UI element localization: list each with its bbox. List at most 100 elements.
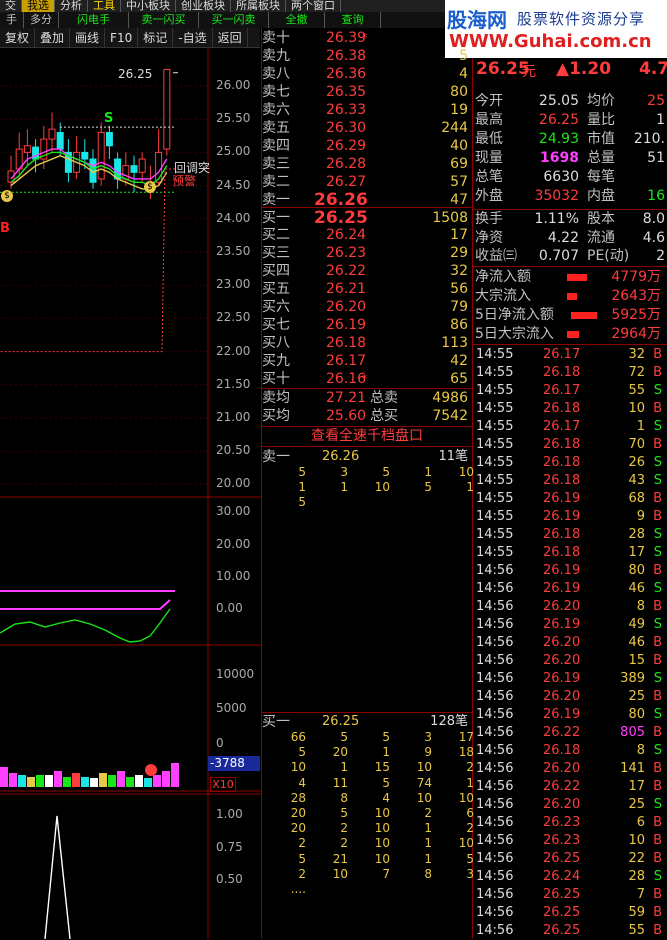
cell: 4.6 xyxy=(642,230,665,246)
cell: 10 xyxy=(458,790,474,805)
cell: 25 xyxy=(647,93,665,109)
cell: 28 xyxy=(628,527,645,542)
tick-row: 14:56 26.22 17 B xyxy=(475,778,667,796)
cell: 流通 xyxy=(587,230,615,246)
queue-row: 4 11 5 74 1 xyxy=(262,776,474,791)
toolbar-2[interactable]: 画线 xyxy=(70,28,106,47)
cell: * xyxy=(362,372,368,386)
cell: 26.21 xyxy=(326,281,367,298)
volume-bar xyxy=(45,775,53,787)
menu-item-3[interactable]: 工具 xyxy=(88,0,121,12)
price-axis-tick: 26.00 xyxy=(216,78,251,92)
toolbar-5[interactable]: -自选 xyxy=(173,28,213,47)
menu-item-7[interactable]: 两个窗口 xyxy=(286,0,341,12)
cell: B xyxy=(653,887,662,902)
tick-row: 14:56 26.20 15 B xyxy=(475,652,667,670)
logo-tagline: 股票软件资源分享 xyxy=(517,10,646,28)
cell: 26.20 xyxy=(543,599,581,614)
cell: 26.36 xyxy=(326,65,367,82)
price-change-pct: 4.7 xyxy=(639,59,667,79)
cell: 14:55 xyxy=(476,365,514,380)
toolbar-4[interactable]: 标记 xyxy=(138,28,174,47)
bottom-axis-tick: 0.50 xyxy=(216,872,243,886)
cell: 35032 xyxy=(534,188,579,204)
menu-item-4[interactable]: 中小板块 xyxy=(121,0,176,12)
cell: 46 xyxy=(628,581,645,596)
cell: B xyxy=(653,815,662,830)
cell: 卖五 xyxy=(262,119,290,136)
candle xyxy=(81,151,89,160)
cell: 14:55 xyxy=(476,383,514,398)
warn-label: 预警 xyxy=(172,174,197,188)
quick-item-3[interactable]: 卖一闪买 xyxy=(129,12,199,28)
flow-row: 5日净流入额 5925万 xyxy=(475,306,667,325)
cell: 14:56 xyxy=(476,653,514,668)
price-axis-tick: 20.50 xyxy=(216,443,251,458)
volume-readout: -3788 xyxy=(208,756,260,771)
cell: 5 xyxy=(298,851,306,866)
toolbar-6[interactable]: 返回 xyxy=(213,28,248,47)
volume-bar xyxy=(153,775,161,787)
candle xyxy=(56,131,64,150)
toolbar-3[interactable]: F10 xyxy=(105,28,139,47)
cell: 49 xyxy=(628,617,645,632)
price-axis-tick: 23.50 xyxy=(216,244,251,258)
cell: 26.19 xyxy=(543,509,581,524)
cell: 14:55 xyxy=(476,455,514,470)
indicator-axis-tick: 30.00 xyxy=(216,504,251,518)
cell: 26.38 xyxy=(326,47,367,64)
cell: 买十 xyxy=(262,371,290,388)
cell: 5日净流入额 xyxy=(475,307,554,323)
cell: 20 xyxy=(332,745,348,760)
cell: 26.23 xyxy=(326,245,367,262)
cell: 最低 xyxy=(475,131,503,147)
orderbook-row: 卖二 26.27 57 xyxy=(262,173,472,191)
cell: 26.23 xyxy=(543,833,581,848)
cell: 净资 xyxy=(475,230,503,246)
quick-item-1[interactable]: 多分 xyxy=(24,12,59,28)
cell: 市值 xyxy=(587,131,615,147)
volume-bar xyxy=(162,771,170,787)
cell: 4779万 xyxy=(611,269,661,285)
menu-item-6[interactable]: 所属板块 xyxy=(231,0,286,12)
orderbook-row: 卖七 26.35 80 xyxy=(262,83,472,101)
quick-item-5[interactable]: 全撤 xyxy=(269,12,325,28)
cell: 805 xyxy=(620,725,645,740)
cell: 大宗流入 xyxy=(475,288,531,304)
menu-item-5[interactable]: 创业板块 xyxy=(176,0,231,12)
cell: 10 xyxy=(458,836,474,851)
cell: 26.19 xyxy=(543,617,581,632)
cell: 17 xyxy=(450,227,468,244)
quote-row: 收益㈢ 0.707 PE(动) 2 xyxy=(475,247,667,266)
cell: 80 xyxy=(450,83,468,100)
menu-item-0[interactable]: 交 xyxy=(0,0,22,12)
quick-item-2[interactable]: 闪电手 xyxy=(59,12,129,28)
cell: S xyxy=(653,383,662,398)
cell: 14:56 xyxy=(476,563,514,578)
indicator-axis-tick: 0.00 xyxy=(216,601,243,615)
cell: 14:55 xyxy=(476,473,514,488)
menu-item-2[interactable]: 分析 xyxy=(55,0,88,12)
menu-item-1[interactable]: 我选 xyxy=(22,0,55,12)
cell: 卖二 xyxy=(262,173,290,190)
quick-item-4[interactable]: 买一闪卖 xyxy=(199,12,269,28)
toolbar-0[interactable]: 复权 xyxy=(0,28,36,47)
cell: 15 xyxy=(628,653,645,668)
volume-bar xyxy=(99,773,107,787)
price-axis-tick: 24.50 xyxy=(216,177,251,192)
quick-item-6[interactable]: 查询 xyxy=(325,12,381,28)
cell: 14:55 xyxy=(476,401,514,416)
cell: 26.18 xyxy=(543,545,581,560)
cell: 86 xyxy=(450,317,468,334)
quick-item-0[interactable]: 手 xyxy=(0,12,24,28)
cell: 10 xyxy=(628,401,645,416)
cell: 17 xyxy=(628,779,645,794)
cell: 7 xyxy=(382,866,390,881)
tick-row: 14:56 26.20 8 B xyxy=(475,598,667,616)
full-depth-link[interactable]: 查看全速千档盘口 xyxy=(262,427,472,446)
queue-row: 5 21 10 1 5 xyxy=(262,851,474,867)
zoom-button[interactable]: X10 xyxy=(210,777,236,792)
toolbar-1[interactable]: 叠加 xyxy=(35,28,71,47)
cell: 32 xyxy=(450,263,468,280)
quote-row: 总笔 6630 每笔 xyxy=(475,168,667,187)
